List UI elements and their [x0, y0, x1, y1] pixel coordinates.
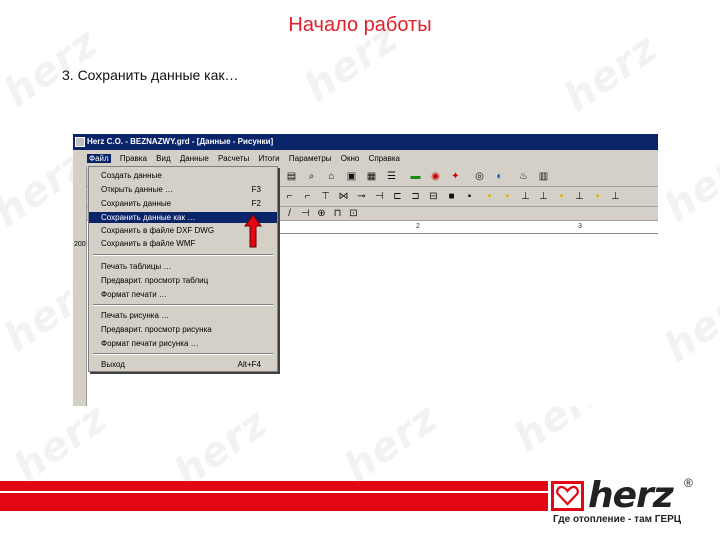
- menu-item-label: Открыть данные …: [101, 185, 174, 194]
- element-icon[interactable]: ⊣: [299, 207, 312, 220]
- marker-icon[interactable]: ▪: [555, 190, 568, 203]
- footer-tagline: Где отопление - там ГЕРЦ: [553, 514, 682, 525]
- menu-help[interactable]: Справка: [369, 154, 400, 163]
- menu-item-label: Сохранить данные: [101, 199, 172, 208]
- menu-view[interactable]: Вид: [156, 154, 170, 163]
- riser-icon[interactable]: ⊥: [609, 190, 622, 203]
- ruler: 2 3: [278, 222, 658, 234]
- fitting-icon[interactable]: ⊣: [373, 190, 386, 203]
- app-icon: [75, 137, 85, 147]
- element-icon[interactable]: ⊓: [331, 207, 344, 220]
- menu-item-shortcut: F3: [251, 185, 261, 194]
- menu-item-print-table[interactable]: Печать таблицы …: [89, 261, 277, 272]
- menu-item-print-drawing[interactable]: Печать рисунка …: [89, 310, 277, 321]
- menu-calculations[interactable]: Расчеты: [218, 154, 249, 163]
- riser-icon[interactable]: ⊥: [537, 190, 550, 203]
- slide-title: Начало работы: [288, 14, 432, 36]
- menu-item-page-format[interactable]: Формат печати …: [89, 289, 277, 300]
- registered-mark: ®: [684, 476, 693, 490]
- menu-item-label: Формат печати рисунка …: [101, 339, 199, 348]
- riser-icon[interactable]: ⊥: [573, 190, 586, 203]
- room-icon[interactable]: ▣: [345, 170, 358, 183]
- menu-totals[interactable]: Итоги: [258, 154, 279, 163]
- herz-heart-logo-icon: [551, 481, 584, 511]
- menu-item-save-data[interactable]: Сохранить данные F2: [89, 198, 277, 209]
- menu-item-label: Создать данные: [101, 171, 162, 180]
- marker-icon[interactable]: ▪: [483, 190, 496, 203]
- menu-item-label: Формат печати …: [101, 290, 167, 299]
- boiler-icon[interactable]: ■: [445, 190, 458, 203]
- pipe-icon[interactable]: ▬: [409, 170, 422, 183]
- print-icon[interactable]: ▤: [285, 170, 298, 183]
- tank-icon[interactable]: ▪: [463, 190, 476, 203]
- valve-icon[interactable]: ⋈: [337, 190, 350, 203]
- step-instruction: 3. Сохранить данные как…: [62, 67, 239, 83]
- find-icon[interactable]: ⌕: [305, 170, 318, 183]
- home-icon[interactable]: ⌂: [325, 170, 338, 183]
- menu-separator: [93, 304, 273, 306]
- corner-icon[interactable]: ⌐: [301, 190, 314, 203]
- menu-item-create-data[interactable]: Создать данные: [89, 170, 277, 181]
- menu-separator: [93, 353, 273, 355]
- tee-icon[interactable]: ⊤: [319, 190, 332, 203]
- ruler-mark: 2: [416, 223, 420, 230]
- herz-logo: herz: [588, 475, 674, 516]
- menu-separator: [93, 254, 273, 256]
- left-strip: 200: [73, 167, 87, 406]
- line-icon[interactable]: ⌐: [283, 190, 296, 203]
- menu-item-label: Предварит. просмотр рисунка: [101, 325, 212, 334]
- file-menu-dropdown: Создать данные Открыть данные … F3 Сохра…: [88, 166, 278, 372]
- reducer-icon[interactable]: ⊏: [391, 190, 404, 203]
- menu-edit[interactable]: Правка: [120, 154, 147, 163]
- menu-item-label: Печать рисунка …: [101, 311, 170, 320]
- element-icon[interactable]: ⊡: [347, 207, 360, 220]
- pointer-arrow-icon: [244, 214, 262, 248]
- connector-icon[interactable]: ⊐: [409, 190, 422, 203]
- window-title: Herz C.O. - BEZNAZWY.grd - [Данные - Рис…: [87, 137, 274, 146]
- menu-item-preview-drawing[interactable]: Предварит. просмотр рисунка: [89, 324, 277, 335]
- menu-item-exit[interactable]: Выход Alt+F4: [89, 359, 277, 370]
- radiator-icon[interactable]: ⊟: [427, 190, 440, 203]
- menubar: Файл Правка Вид Данные Расчеты Итоги Пар…: [73, 150, 658, 167]
- menu-item-label: Сохранить в файле DXF DWG: [101, 226, 215, 235]
- tool-icon[interactable]: ♨: [517, 170, 530, 183]
- menu-item-label: Выход: [101, 360, 125, 369]
- menu-item-label: Печать таблицы …: [101, 262, 172, 271]
- menu-file[interactable]: Файл: [87, 154, 111, 163]
- menu-item-drawing-format[interactable]: Формат печати рисунка …: [89, 338, 277, 349]
- menu-item-preview-table[interactable]: Предварит. просмотр таблиц: [89, 275, 277, 286]
- window-icon[interactable]: ▥: [537, 170, 550, 183]
- menu-item-shortcut: Alt+F4: [237, 360, 261, 369]
- table-icon[interactable]: ▦: [365, 170, 378, 183]
- riser-icon[interactable]: ⊥: [519, 190, 532, 203]
- menu-data[interactable]: Данные: [180, 154, 209, 163]
- menu-item-label: Сохранить в файле WMF: [101, 239, 196, 248]
- left-strip-label: 200: [74, 241, 86, 248]
- element-icon[interactable]: ⊕: [315, 207, 328, 220]
- list-icon[interactable]: ☰: [385, 170, 398, 183]
- menu-item-label: Предварит. просмотр таблиц: [101, 276, 209, 285]
- menu-item-open-data[interactable]: Открыть данные … F3: [89, 184, 277, 195]
- menu-item-shortcut: F2: [251, 199, 261, 208]
- menu-window[interactable]: Окно: [341, 154, 360, 163]
- marker-icon[interactable]: ▪: [501, 190, 514, 203]
- menu-item-label: Сохранить данные как …: [101, 213, 196, 222]
- element-icon[interactable]: /: [283, 207, 296, 220]
- footer-bar: [0, 481, 548, 511]
- settings-icon[interactable]: ✦: [449, 170, 462, 183]
- marker-icon[interactable]: ▪: [591, 190, 604, 203]
- menu-parameters[interactable]: Параметры: [289, 154, 332, 163]
- window-titlebar: Herz C.O. - BEZNAZWY.grd - [Данные - Рис…: [73, 134, 658, 150]
- chart-icon[interactable]: ◐: [493, 170, 506, 183]
- globe-icon[interactable]: ◎: [473, 170, 486, 183]
- calculate-icon[interactable]: ◉: [429, 170, 442, 183]
- ruler-mark: 3: [578, 223, 582, 230]
- pump-icon[interactable]: ⊸: [355, 190, 368, 203]
